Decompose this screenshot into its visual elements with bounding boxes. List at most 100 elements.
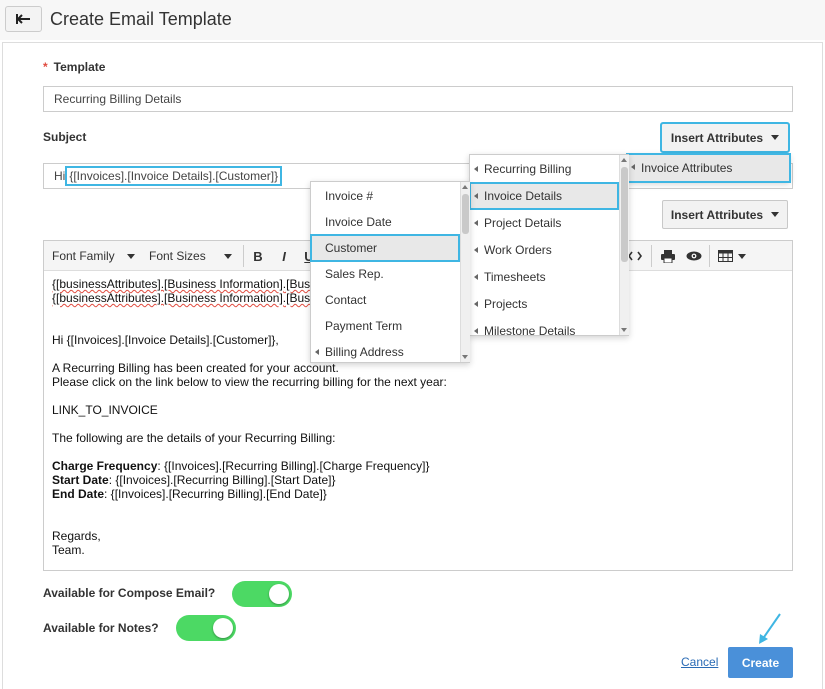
required-asterisk: * xyxy=(43,60,48,74)
menu-item-label: Work Orders xyxy=(484,243,552,257)
menu-item-label: Invoice Attributes xyxy=(641,161,733,175)
submenu-left-arrow-icon xyxy=(315,349,319,355)
table-icon xyxy=(718,250,733,262)
caret-down-icon xyxy=(771,135,780,140)
submenu-left-arrow-icon xyxy=(474,274,478,280)
submenu-left-arrow-icon xyxy=(474,328,478,334)
template-label: * Template xyxy=(43,60,105,74)
caret-down-icon xyxy=(738,253,746,259)
menu-item-sales-rep[interactable]: Sales Rep. xyxy=(311,261,460,287)
start-date-label: Start Date xyxy=(52,473,109,487)
menu-item-invoice-details[interactable]: Invoice Details xyxy=(469,182,619,210)
menu-item-customer[interactable]: Customer xyxy=(310,234,460,262)
menu-item-timesheets[interactable]: Timesheets xyxy=(470,264,619,290)
menu-item-label: Timesheets xyxy=(484,270,546,284)
menu-item-label: Invoice Details xyxy=(484,189,563,203)
menu-item-label: Project Details xyxy=(484,216,562,230)
menu-item-work-orders[interactable]: Work Orders xyxy=(470,237,619,263)
scroll-up-icon xyxy=(462,185,468,189)
charge-frequency-label: Charge Frequency xyxy=(52,459,158,473)
insert-attributes-label-2: Insert Attributes xyxy=(670,207,764,222)
menu-item-projects[interactable]: Projects xyxy=(470,291,619,317)
print-icon[interactable] xyxy=(657,245,679,267)
body-paragraph-2: Please click on the link below to view t… xyxy=(52,375,447,389)
compose-email-label: Available for Compose Email? xyxy=(43,586,216,600)
preview-eye-icon[interactable] xyxy=(683,245,705,267)
toolbar-separator xyxy=(651,245,652,267)
template-label-text: Template xyxy=(53,60,106,74)
menu-item-label: Projects xyxy=(484,297,528,311)
menu-item-milestone-details[interactable]: Milestone Details xyxy=(470,318,619,336)
italic-button[interactable]: I xyxy=(273,245,295,267)
attributes-menu-level3: Invoice # Invoice Date Customer Sales Re… xyxy=(310,181,470,363)
scrollbar-thumb[interactable] xyxy=(621,167,628,262)
details-intro: The following are the details of your Re… xyxy=(52,431,336,445)
notes-toggle[interactable] xyxy=(176,615,236,641)
top-bar: Create Email Template xyxy=(0,0,825,40)
menu-item-recurring-billing[interactable]: Recurring Billing xyxy=(470,156,619,182)
back-arrow-icon xyxy=(15,14,30,24)
menu-scrollbar[interactable] xyxy=(460,182,470,362)
start-date-line: Start Date: {[Invoices].[Recurring Billi… xyxy=(52,473,784,487)
attributes-menu-level1: Invoice Attributes xyxy=(626,153,791,183)
font-family-select[interactable]: Font Family xyxy=(46,245,141,267)
menu-item-label: Payment Term xyxy=(325,319,403,333)
menu-item-invoice-attributes[interactable]: Invoice Attributes xyxy=(626,153,791,183)
back-button[interactable] xyxy=(5,6,42,32)
team-line: Team. xyxy=(52,543,85,557)
scroll-down-icon xyxy=(621,328,627,332)
caret-down-icon xyxy=(771,212,780,217)
table-insert-button[interactable] xyxy=(714,245,750,267)
font-sizes-select[interactable]: Font Sizes xyxy=(143,245,238,267)
scrollbar-thumb[interactable] xyxy=(462,194,469,234)
scroll-down-icon xyxy=(462,355,468,359)
caret-down-icon xyxy=(224,254,232,259)
start-date-value: : {[Invoices].[Recurring Billing].[Start… xyxy=(108,473,336,487)
toolbar-separator xyxy=(709,245,710,267)
attributes-menu-level2: Recurring Billing Invoice Details Projec… xyxy=(469,154,629,336)
menu-item-invoice-number[interactable]: Invoice # xyxy=(311,183,460,209)
insert-attributes-label: Insert Attributes xyxy=(670,130,764,145)
subject-token: {[Invoices].[Invoice Details].[Customer]… xyxy=(65,166,283,186)
menu-item-billing-address[interactable]: Billing Address xyxy=(311,339,460,365)
page-title: Create Email Template xyxy=(50,9,232,29)
template-input[interactable]: Recurring Billing Details xyxy=(43,86,793,112)
template-input-value: Recurring Billing Details xyxy=(54,92,182,106)
insert-attributes-button-2[interactable]: Insert Attributes xyxy=(662,200,788,229)
menu-item-invoice-date[interactable]: Invoice Date xyxy=(311,209,460,235)
menu-item-label: Recurring Billing xyxy=(484,162,572,176)
cancel-link[interactable]: Cancel xyxy=(681,655,718,669)
bold-button[interactable]: B xyxy=(247,245,269,267)
menu-scrollbar[interactable] xyxy=(619,155,629,335)
menu-item-label: Invoice Date xyxy=(325,215,392,229)
insert-attributes-button[interactable]: Insert Attributes xyxy=(660,122,790,153)
font-sizes-label: Font Sizes xyxy=(149,249,206,263)
create-button[interactable]: Create xyxy=(728,647,793,678)
invoice-link-token: LINK_TO_INVOICE xyxy=(52,403,158,417)
regards-line: Regards, xyxy=(52,529,101,543)
menu-item-project-details[interactable]: Project Details xyxy=(470,210,619,236)
menu-item-label: Invoice # xyxy=(325,189,374,203)
scroll-up-icon xyxy=(621,158,627,162)
submenu-left-arrow-icon xyxy=(474,193,478,199)
end-date-label: End Date xyxy=(52,487,105,501)
compose-email-toggle[interactable] xyxy=(232,581,292,607)
font-family-label: Font Family xyxy=(52,249,115,263)
toggle-knob xyxy=(269,584,289,604)
subject-label: Subject xyxy=(43,130,87,144)
charge-frequency-line: Charge Frequency: {[Invoices].[Recurring… xyxy=(52,459,784,473)
submenu-left-arrow-icon xyxy=(474,301,478,307)
charge-frequency-value: : {[Invoices].[Recurring Billing].[Charg… xyxy=(157,459,430,473)
menu-item-contact[interactable]: Contact xyxy=(311,287,460,313)
submenu-left-arrow-icon xyxy=(474,220,478,226)
end-date-value: : {[Invoices].[Recurring Billing].[End D… xyxy=(104,487,327,501)
toggle-knob xyxy=(213,618,233,638)
business-attr-line-2: {[businessAttributes].[Business Informat… xyxy=(52,291,311,305)
notes-label: Available for Notes? xyxy=(43,621,159,635)
menu-item-label: Sales Rep. xyxy=(325,267,384,281)
business-attr-line-1: {[businessAttributes].[Business Informat… xyxy=(52,277,311,291)
menu-item-label: Contact xyxy=(325,293,367,307)
toolbar-separator xyxy=(243,245,244,267)
menu-item-payment-term[interactable]: Payment Term xyxy=(311,313,460,339)
end-date-line: End Date: {[Invoices].[Recurring Billing… xyxy=(52,487,784,501)
